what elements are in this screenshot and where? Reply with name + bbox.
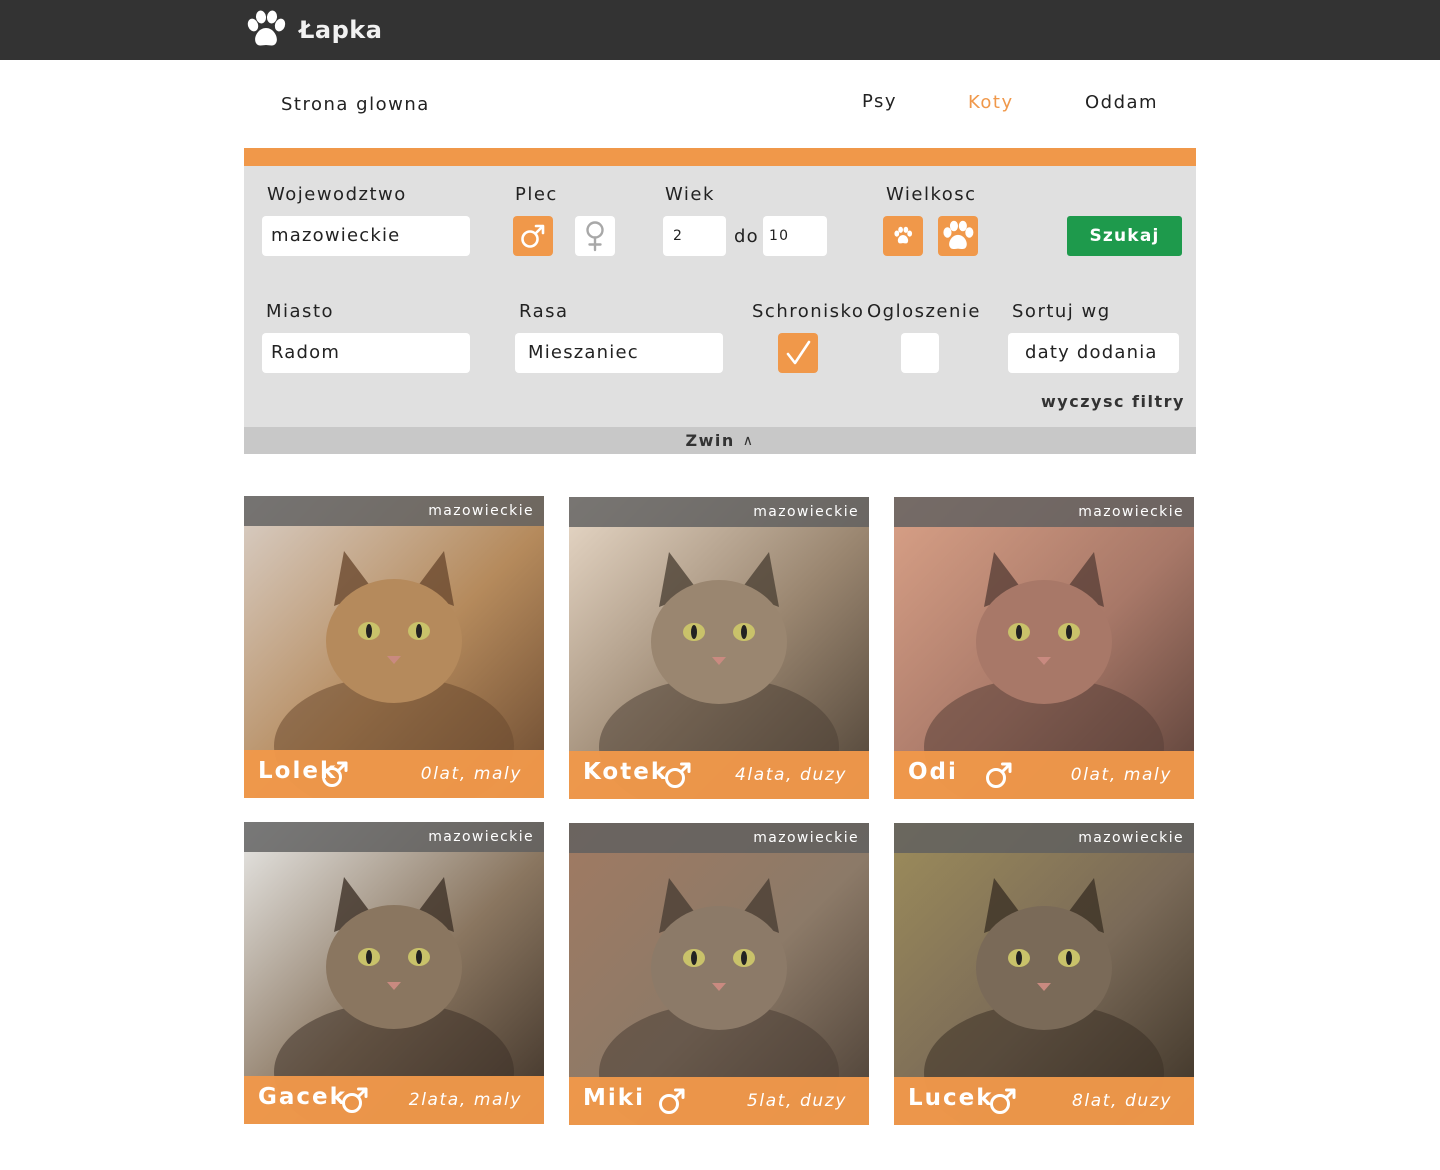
checkmark-icon <box>786 340 811 365</box>
age-to-field[interactable]: 10 <box>763 216 827 256</box>
region-badge: mazowieckie <box>894 823 1194 853</box>
pet-card[interactable]: mazowieckie Lolek 0lat, maly <box>244 496 544 798</box>
male-icon <box>984 759 1014 795</box>
pet-age-size: 8lat, duzy <box>1072 1091 1172 1111</box>
wojewodztwo-label: Wojewodztwo <box>267 184 407 205</box>
card-footer: Kotek 4lata, duzy <box>569 751 869 799</box>
region-badge: mazowieckie <box>244 822 544 852</box>
male-icon <box>320 758 350 794</box>
size-large-toggle[interactable] <box>938 216 978 256</box>
schronisko-label: Schronisko <box>752 301 865 322</box>
male-icon <box>663 759 693 795</box>
card-footer: Miki 5lat, duzy <box>569 1077 869 1125</box>
pet-card[interactable]: mazowieckie Lucek 8lat, duzy <box>894 823 1194 1125</box>
male-toggle[interactable] <box>513 216 553 256</box>
age-from-field[interactable]: 2 <box>663 216 726 256</box>
filters-accent-strip <box>244 148 1196 166</box>
miasto-field[interactable]: Radom <box>262 333 470 373</box>
pet-card[interactable]: mazowieckie Miki 5lat, duzy <box>569 823 869 1125</box>
pet-name: Kotek <box>583 759 669 785</box>
brand-logo[interactable]: Łapka <box>245 10 382 50</box>
ogloszenie-checkbox[interactable] <box>901 333 939 373</box>
pet-age-size: 4lata, duzy <box>735 765 847 785</box>
pet-name: Odi <box>908 759 958 785</box>
card-footer: Gacek 2lata, maly <box>244 1076 544 1124</box>
nav-home-link[interactable]: Strona glowna <box>281 94 430 115</box>
pet-card[interactable]: mazowieckie Gacek 2lata, maly <box>244 822 544 1124</box>
size-small-toggle[interactable] <box>883 216 923 256</box>
region-badge: mazowieckie <box>569 497 869 527</box>
small-paw-icon <box>894 226 913 244</box>
pet-name: Lucek <box>908 1085 994 1111</box>
top-bar: Łapka <box>0 0 1440 60</box>
caret-up-icon: ∧ <box>742 432 755 449</box>
pet-name: Gacek <box>258 1084 347 1110</box>
nav-item-koty[interactable]: Koty <box>968 92 1014 113</box>
clear-filters-link[interactable]: wyczysc filtry <box>1041 392 1185 411</box>
pet-age-size: 2lata, maly <box>408 1090 522 1110</box>
card-footer: Odi 0lat, maly <box>894 751 1194 799</box>
paw-icon <box>247 10 286 46</box>
male-icon <box>657 1085 687 1121</box>
wojewodztwo-field[interactable]: mazowieckie <box>262 216 470 256</box>
search-button[interactable]: Szukaj <box>1067 216 1182 256</box>
brand-name: Łapka <box>299 16 383 44</box>
large-paw-icon <box>943 220 974 249</box>
card-footer: Lolek 0lat, maly <box>244 750 544 798</box>
collapse-filters-button[interactable]: Zwin ∧ <box>244 427 1196 454</box>
miasto-label: Miasto <box>266 301 335 322</box>
region-badge: mazowieckie <box>894 497 1194 527</box>
male-icon <box>521 224 545 248</box>
card-footer: Lucek 8lat, duzy <box>894 1077 1194 1125</box>
female-toggle[interactable] <box>575 216 615 256</box>
sort-select[interactable]: daty dodania <box>1008 333 1179 373</box>
region-badge: mazowieckie <box>569 823 869 853</box>
filters-panel: Wojewodztwo mazowieckie Plec Wiek 2 do 1… <box>244 148 1196 454</box>
pet-age-size: 0lat, maly <box>1070 765 1172 785</box>
rasa-label: Rasa <box>519 301 569 322</box>
pet-age-size: 0lat, maly <box>420 764 522 784</box>
male-icon <box>988 1085 1018 1121</box>
age-to-label: do <box>734 226 759 247</box>
ogloszenie-label: Ogloszenie <box>867 301 981 322</box>
schronisko-checkbox[interactable] <box>778 333 818 373</box>
region-badge: mazowieckie <box>244 496 544 526</box>
pet-age-size: 5lat, duzy <box>747 1091 847 1111</box>
wiek-label: Wiek <box>665 184 715 205</box>
pet-card[interactable]: mazowieckie Odi 0lat, maly <box>894 497 1194 799</box>
nav-item-psy[interactable]: Psy <box>862 91 897 112</box>
nav-item-oddam[interactable]: Oddam <box>1085 92 1158 113</box>
pet-card[interactable]: mazowieckie Kotek 4lata, duzy <box>569 497 869 799</box>
collapse-label: Zwin <box>685 431 735 450</box>
pet-name: Miki <box>583 1085 645 1111</box>
plec-label: Plec <box>515 184 558 205</box>
male-icon <box>340 1084 370 1120</box>
sortuj-label: Sortuj wg <box>1012 301 1111 322</box>
rasa-field[interactable]: Mieszaniec <box>515 333 723 373</box>
wielkosc-label: Wielkosc <box>886 184 977 205</box>
female-icon <box>586 221 604 252</box>
